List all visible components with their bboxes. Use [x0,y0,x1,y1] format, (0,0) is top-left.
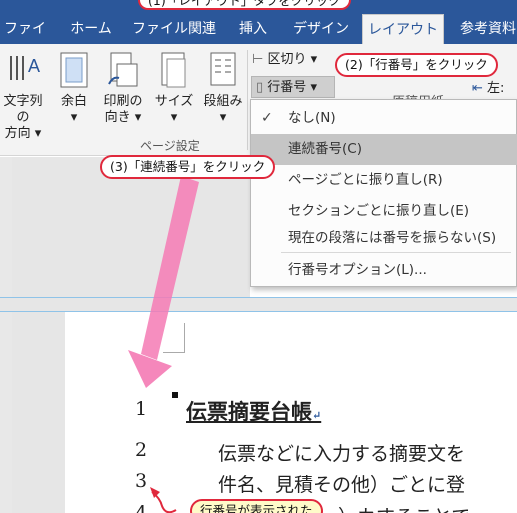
callout-pointer-head [150,487,160,498]
callout-step1: (1)「レイアウト」タブをクリック [138,0,351,10]
callout-step3: (3)「連続番号」をクリック [100,155,276,179]
word-window: ファイル ホーム ファイル関連 挿入 デザイン レイアウト 参考資料 A 文字列… [0,0,517,513]
callout-step2: (2)「行番号」をクリック [335,53,498,77]
pink-arrow-shaft [141,176,199,360]
callout-step4: 行番号が表示された [190,499,323,513]
